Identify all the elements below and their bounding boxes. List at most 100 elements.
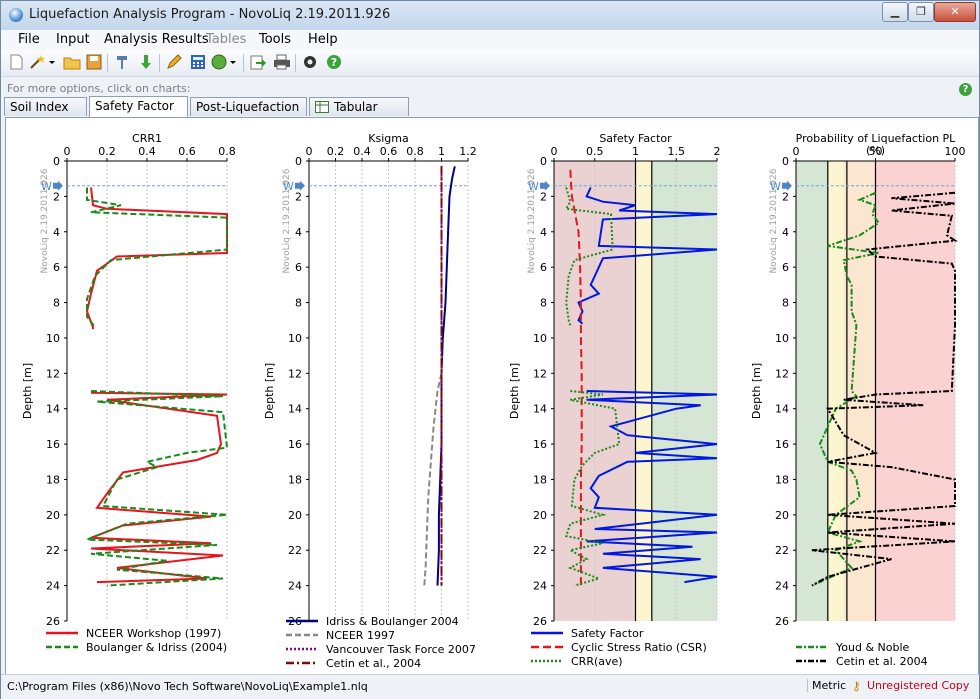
y-tick-label: 26 xyxy=(46,615,60,628)
water-table-arrow xyxy=(295,180,305,191)
menu-input[interactable]: Input xyxy=(56,32,90,47)
y-tick-label: 12 xyxy=(775,367,789,380)
menu-tools[interactable]: Tools xyxy=(259,32,291,47)
x-tick-label: 0.6 xyxy=(178,145,196,158)
y-tick-label: 6 xyxy=(540,261,547,274)
chart-title: Safety Factor xyxy=(599,132,672,145)
y-tick-label: 22 xyxy=(46,544,60,557)
y-axis-label: Depth [m] xyxy=(21,363,34,419)
menu-tables[interactable]: Tables xyxy=(206,32,246,47)
legend-label: Vancouver Task Force 2007 xyxy=(326,643,476,656)
maximize-button[interactable]: ❐ xyxy=(908,2,934,22)
title-bar[interactable]: Liquefaction Analysis Program - NovoLiq … xyxy=(1,1,979,30)
minimize-button[interactable]: ▁ xyxy=(882,2,908,22)
charts-area[interactable]: 0 0.2 0.4 0.6 0.802468101214161820222426CRR1… xyxy=(6,118,978,674)
zone-band xyxy=(651,161,717,621)
y-tick-label: 2 xyxy=(782,190,789,203)
y-tick-label: 0 xyxy=(782,155,789,168)
toolbar: ? xyxy=(1,50,979,77)
water-table-arrow xyxy=(53,180,63,191)
new-file-icon[interactable] xyxy=(7,53,25,71)
menu-analysis-results[interactable]: Analysis Results xyxy=(104,32,209,47)
calculator-icon[interactable] xyxy=(189,53,207,71)
y-tick-label: 4 xyxy=(295,226,302,239)
y-tick-label: 24 xyxy=(533,580,547,593)
y-tick-label: 18 xyxy=(288,473,302,486)
y-tick-label: 14 xyxy=(775,403,789,416)
x-tick-label: 0.4 xyxy=(353,145,371,158)
window-title: Liquefaction Analysis Program - NovoLiq … xyxy=(29,7,391,22)
x-tick-label: 0.5 xyxy=(586,145,604,158)
menu-help[interactable]: Help xyxy=(308,32,338,47)
legend-label: Cetin et al., 2004 xyxy=(326,657,421,670)
file-path: C:\Program Files (x86)\Novo Tech Softwar… xyxy=(7,680,368,693)
tab-post-liquefaction-plots[interactable]: Post-Liquefaction Plots xyxy=(190,97,307,133)
x-tick-label: 1 xyxy=(438,145,445,158)
globe-icon[interactable] xyxy=(211,53,239,71)
pencil-icon[interactable] xyxy=(165,53,183,71)
legend-label: Cetin et al. 2004 xyxy=(836,655,928,668)
y-tick-label: 16 xyxy=(288,438,302,451)
y-tick-label: 6 xyxy=(53,261,60,274)
legend-label: NCEER 1997 xyxy=(326,629,395,642)
y-tick-label: 0 xyxy=(295,155,302,168)
toolbar-separator xyxy=(107,54,108,72)
legend-label: NCEER Workshop (1997) xyxy=(86,627,221,640)
toolbar-separator xyxy=(295,54,296,72)
x-tick-label: 0.8 xyxy=(406,145,424,158)
y-tick-label: 6 xyxy=(295,261,302,274)
zone-band xyxy=(875,161,955,621)
y-tick-label: 22 xyxy=(775,544,789,557)
y-tick-label: 24 xyxy=(46,580,60,593)
x-tick-label: 0 xyxy=(793,145,800,158)
tab-safety-factor-plots[interactable]: Safety Factor Plots xyxy=(89,96,188,132)
series-line xyxy=(90,391,228,584)
x-tick-label: 1.2 xyxy=(459,145,477,158)
x-tick-label: 0 xyxy=(306,145,313,158)
x-tick-label: 100 xyxy=(945,145,966,158)
x-tick-label: 0 xyxy=(551,145,558,158)
y-tick-label: 0 xyxy=(53,155,60,168)
y-tick-label: 24 xyxy=(288,580,302,593)
tab-soil-index-plots[interactable]: Soil Index Plots xyxy=(4,97,87,133)
y-tick-label: 20 xyxy=(775,509,789,522)
water-table-arrow xyxy=(782,180,792,191)
save-icon[interactable] xyxy=(85,53,103,71)
y-tick-label: 16 xyxy=(46,438,60,451)
legend-label: Boulanger & Idriss (2004) xyxy=(86,641,227,654)
export-icon[interactable] xyxy=(249,53,267,71)
y-tick-label: 26 xyxy=(533,615,547,628)
help-circle-icon[interactable]: ? xyxy=(959,83,972,96)
y-tick-label: 14 xyxy=(288,403,302,416)
settings-icon[interactable] xyxy=(301,53,319,71)
x-tick-label: 1.5 xyxy=(668,145,686,158)
y-tick-label: 10 xyxy=(288,332,302,345)
legend-label: CRR(ave) xyxy=(571,655,623,668)
y-tick-label: 2 xyxy=(295,190,302,203)
y-axis-label: Depth [m] xyxy=(263,363,276,419)
y-tick-label: 8 xyxy=(782,297,789,310)
y-tick-label: 4 xyxy=(53,226,60,239)
download-arrow-icon[interactable] xyxy=(137,53,155,71)
print-icon[interactable] xyxy=(273,53,291,71)
close-button[interactable]: ✕ xyxy=(934,2,976,22)
wizard-icon[interactable] xyxy=(29,53,57,71)
help-icon[interactable]: ? xyxy=(325,53,343,71)
y-tick-label: 20 xyxy=(533,509,547,522)
soil-profile-icon[interactable] xyxy=(113,53,131,71)
y-tick-label: 20 xyxy=(288,509,302,522)
water-table-label: W xyxy=(528,180,539,193)
y-tick-label: 26 xyxy=(775,615,789,628)
open-folder-icon[interactable] xyxy=(63,53,81,71)
tab-tabular-details[interactable]: Tabular Details xyxy=(309,97,409,133)
y-tick-label: 20 xyxy=(46,509,60,522)
y-tick-label: 6 xyxy=(782,261,789,274)
water-table-label: W xyxy=(41,180,52,193)
y-tick-label: 22 xyxy=(288,544,302,557)
y-tick-label: 12 xyxy=(46,367,60,380)
legend-label: Safety Factor xyxy=(571,627,644,640)
menu-file[interactable]: File xyxy=(18,32,40,47)
license-status: Unregistered Copy xyxy=(867,679,970,692)
charts-panel: 0 0.2 0.4 0.6 0.8 0 2 4 6 8 10 12 14 16 18 20 22 24 26 CRR1… xyxy=(5,117,979,675)
y-tick-label: 8 xyxy=(295,297,302,310)
